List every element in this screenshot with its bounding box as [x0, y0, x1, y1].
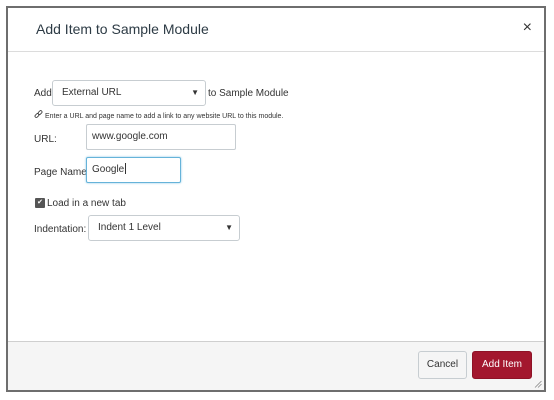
- checkbox-checked-icon[interactable]: ✔: [35, 198, 45, 208]
- page-name-label: Page Name:: [34, 167, 90, 178]
- dialog-title: Add Item to Sample Module: [36, 21, 209, 37]
- add-item-button[interactable]: Add Item: [472, 351, 532, 379]
- item-type-selected: External URL: [62, 87, 122, 98]
- dialog-header: Add Item to Sample Module ×: [8, 8, 544, 52]
- dialog-footer: Cancel Add Item: [8, 341, 544, 390]
- add-item-dialog: Add Item to Sample Module × Add External…: [6, 6, 546, 392]
- to-module-label: to Sample Module: [208, 88, 289, 99]
- close-icon[interactable]: ×: [523, 20, 532, 36]
- url-input[interactable]: www.google.com: [86, 124, 236, 150]
- new-tab-label: Load in a new tab: [47, 198, 126, 209]
- url-hint-text: Enter a URL and page name to add a link …: [45, 113, 284, 120]
- dialog-body: Add External URL ▼ to Sample Module Ente…: [8, 52, 544, 342]
- url-label: URL:: [34, 134, 57, 145]
- item-type-select[interactable]: External URL ▼: [52, 80, 206, 106]
- cancel-button[interactable]: Cancel: [418, 351, 467, 379]
- url-hint: Enter a URL and page name to add a link …: [34, 110, 283, 120]
- indentation-select[interactable]: Indent 1 Level ▼: [88, 215, 240, 241]
- indentation-selected: Indent 1 Level: [98, 222, 161, 233]
- page-name-value: Google: [92, 164, 125, 175]
- text-cursor: [125, 163, 127, 174]
- page-name-input[interactable]: Google: [86, 157, 181, 183]
- resize-grip-icon[interactable]: [534, 380, 542, 388]
- dropdown-arrow-icon: ▼: [225, 223, 233, 232]
- url-value: www.google.com: [92, 131, 168, 142]
- dropdown-arrow-icon: ▼: [191, 88, 199, 97]
- indentation-label: Indentation:: [34, 224, 87, 235]
- add-label: Add: [34, 88, 52, 99]
- link-icon: [34, 110, 43, 118]
